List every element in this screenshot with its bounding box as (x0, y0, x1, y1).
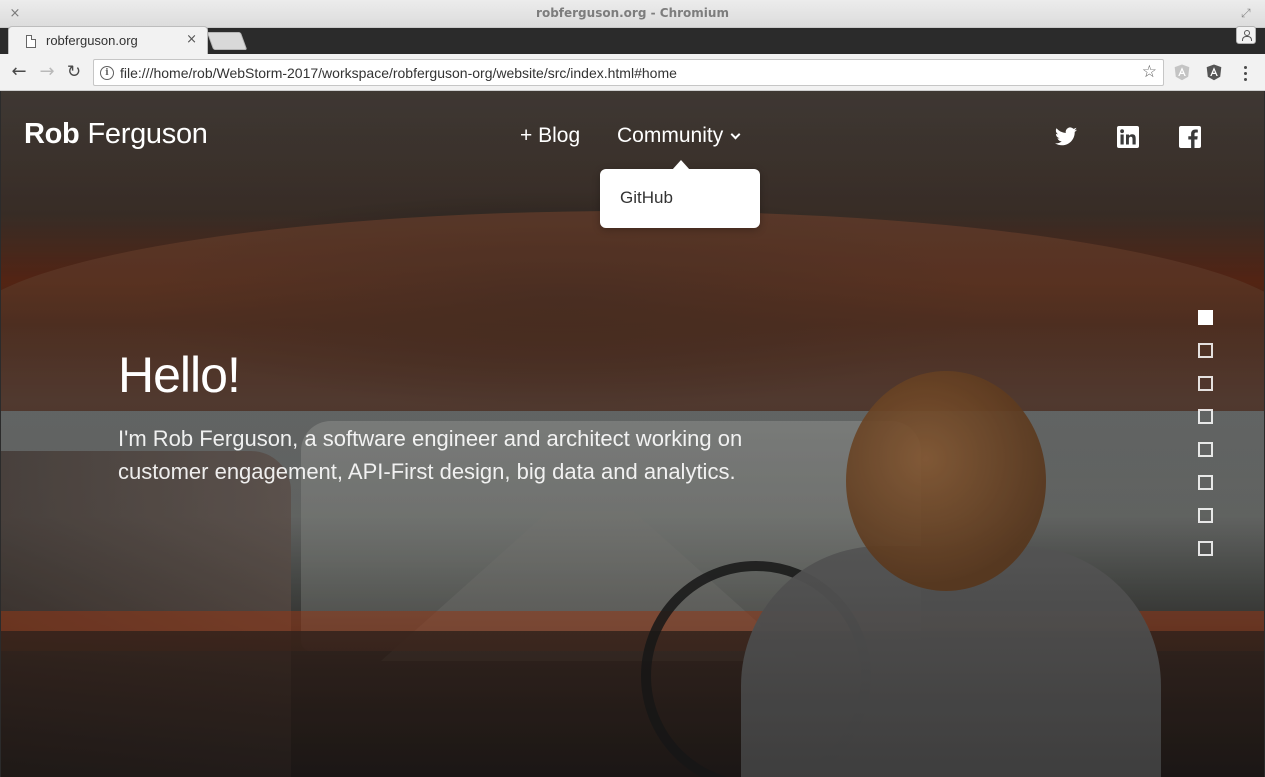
bookmark-star-icon[interactable]: ☆ (1142, 62, 1157, 82)
section-pager-dot[interactable] (1198, 541, 1213, 556)
window-resize-icon[interactable]: ⤢ (1241, 6, 1255, 20)
tab-close-icon[interactable]: × (186, 32, 197, 47)
nav-blog-link[interactable]: + Blog (520, 124, 580, 148)
brand-first-name: Rob (24, 118, 80, 150)
nav-community-dropdown[interactable]: Community (617, 124, 741, 148)
profile-button[interactable] (1236, 26, 1256, 44)
reload-button[interactable]: ↻ (63, 62, 85, 84)
nav-community-label: Community (617, 124, 724, 147)
section-pager-dot[interactable] (1198, 475, 1213, 490)
chevron-down-icon (730, 129, 741, 140)
tab-title: robferguson.org (46, 33, 138, 48)
new-tab-button[interactable] (206, 32, 248, 50)
page-viewport: Rob Ferguson + Blog Community GitHub Hell… (1, 91, 1264, 777)
back-button[interactable]: ← (8, 62, 30, 84)
tab-strip: robferguson.org × (0, 22, 1265, 54)
tab-robferguson[interactable]: robferguson.org × (8, 26, 208, 54)
site-brand[interactable]: Rob Ferguson (24, 118, 208, 151)
section-pager-dot[interactable] (1198, 442, 1213, 457)
hero-subtitle: I'm Rob Ferguson, a software engineer an… (118, 426, 743, 484)
forward-button[interactable]: → (36, 62, 58, 84)
person-icon (1242, 30, 1252, 41)
browser-menu-icon[interactable] (1238, 63, 1254, 83)
section-pager-dot[interactable] (1198, 508, 1213, 523)
twitter-icon[interactable] (1054, 125, 1078, 149)
page-info-icon[interactable]: i (100, 66, 114, 80)
facebook-icon[interactable] (1178, 125, 1202, 149)
community-dropdown-menu: GitHub (600, 160, 760, 228)
linkedin-icon[interactable] (1116, 125, 1140, 149)
section-pager-dot[interactable] (1198, 376, 1213, 391)
hero-title: Hello! (118, 347, 241, 403)
browser-toolbar: ← → ↻ i file:///home/rob/WebStorm-2017/w… (0, 54, 1265, 91)
angular-extension-gray-icon[interactable] (1174, 64, 1190, 81)
document-icon (26, 35, 36, 48)
url-text[interactable]: file:///home/rob/WebStorm-2017/workspace… (120, 65, 677, 81)
brand-last-name: Ferguson (87, 118, 208, 150)
address-bar[interactable]: i file:///home/rob/WebStorm-2017/workspa… (93, 59, 1164, 86)
section-pager-dot[interactable] (1198, 409, 1213, 424)
section-pager-dot[interactable] (1198, 310, 1213, 325)
dropdown-item-github[interactable]: GitHub (620, 188, 673, 208)
section-pager-dot[interactable] (1198, 343, 1213, 358)
angular-extension-dark-icon[interactable] (1206, 64, 1222, 81)
window-title: robferguson.org - Chromium (536, 6, 729, 20)
